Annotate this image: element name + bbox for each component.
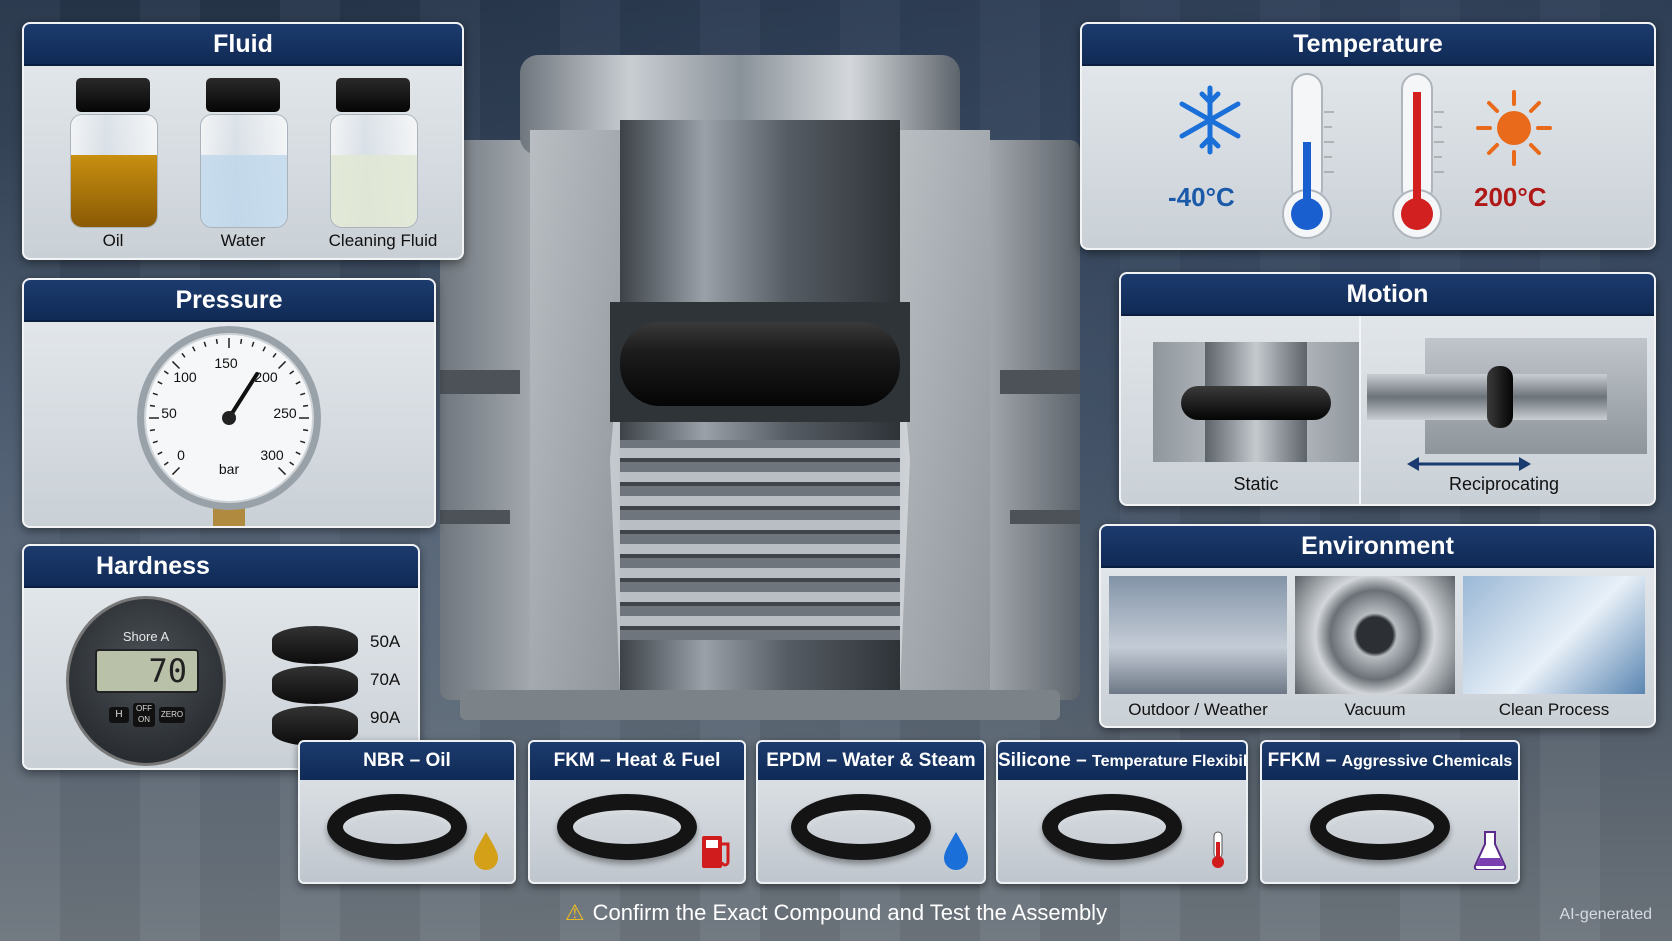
durometer: Shore A 70 H OFF ON ZERO: [66, 596, 226, 766]
compound-card-epdm: EPDM – Water & Steam: [756, 740, 986, 884]
water-drop-icon: [944, 832, 968, 870]
compound-title: NBR – Oil: [300, 742, 514, 780]
fluid-label-oil: Oil: [102, 231, 124, 250]
gauge-tick-300: 300: [260, 447, 284, 463]
compound-card-silicone: Silicone – Temperature Flexibility: [996, 740, 1248, 884]
gauge-tick-mark: [215, 338, 219, 345]
gauge-tick-100: 100: [173, 369, 197, 385]
sun-icon: [1476, 90, 1552, 166]
hardness-grade-70a: 70A: [370, 670, 401, 689]
gauge-tick-50: 50: [161, 405, 177, 421]
o-ring-image: [557, 794, 697, 860]
vacuum-chamber-photo: [1295, 576, 1455, 694]
gauge-unit: bar: [219, 461, 240, 477]
thermometer-icon: [1212, 831, 1224, 868]
reciprocating-illustration: [1367, 338, 1647, 454]
fuel-pump-icon: [702, 836, 730, 868]
gauge-tick-0: 0: [177, 447, 185, 463]
environment-label-outdoor: Outdoor / Weather: [1128, 700, 1268, 719]
pressure-title: Pressure: [24, 280, 434, 322]
o-ring-image: [1310, 794, 1450, 860]
o-ring-image: [791, 794, 931, 860]
temperature-low: -40°C: [1168, 182, 1235, 212]
motion-label-static: Static: [1233, 474, 1279, 494]
fluid-label-cleaning: Cleaning Fluid: [328, 231, 438, 250]
warning-icon: ⚠: [564, 900, 585, 925]
compound-title: FKM – Heat & Fuel: [530, 742, 744, 780]
durometer-button-h[interactable]: H: [109, 707, 129, 723]
pressure-panel: Pressure 0 50 100 150 200 250 300 bar: [22, 278, 436, 528]
temperature-panel: Temperature -40°C 200°C: [1080, 22, 1656, 250]
compound-title: FFKM – Aggressive Chemicals: [1262, 742, 1518, 780]
durometer-scale: Shore A: [122, 629, 170, 644]
static-illustration: [1153, 342, 1359, 462]
clean-process-photo: [1463, 576, 1645, 694]
environment-panel: Environment Outdoor / Weather Vacuum Cle…: [1099, 524, 1656, 728]
durometer-button-onoff[interactable]: OFF ON: [133, 703, 155, 727]
temperature-high: 200°C: [1474, 182, 1547, 212]
compound-title: EPDM – Water & Steam: [758, 742, 984, 780]
rubber-sample-stack: [272, 626, 358, 748]
gauge-tick-mark: [239, 338, 243, 345]
cleaning-fluid-bottle: [330, 78, 418, 228]
environment-label-vacuum: Vacuum: [1344, 700, 1406, 719]
flask-icon: [1473, 831, 1507, 870]
compound-card-ffkm: FFKM – Aggressive Chemicals: [1260, 740, 1520, 884]
footer-warning: ⚠ Confirm the Exact Compound and Test the…: [0, 900, 1672, 926]
snowflake-icon: [1179, 85, 1241, 155]
gauge-tick-mark: [302, 428, 309, 432]
gauge-tick-200: 200: [254, 369, 278, 385]
environment-label-clean: Clean Process: [1498, 700, 1610, 719]
compound-card-fkm: FKM – Heat & Fuel: [528, 740, 746, 884]
motion-panel: Motion Static Reciprocating: [1119, 272, 1656, 506]
environment-title: Environment: [1101, 526, 1654, 568]
fluid-panel: Fluid Oil Water Cleaning Fluid: [22, 22, 464, 260]
gauge-tick-250: 250: [273, 405, 297, 421]
durometer-button-zero[interactable]: ZERO: [159, 707, 185, 723]
compound-title: Silicone – Temperature Flexibility: [998, 742, 1246, 780]
o-ring-image: [1042, 794, 1182, 860]
motion-divider: [1359, 316, 1361, 504]
outdoor-weather-photo: [1109, 576, 1287, 694]
pressure-gauge: 0 50 100 150 200 250 300 bar: [137, 326, 321, 526]
fitting-cutaway-illustration: [440, 55, 1080, 720]
compound-card-nbr: NBR – Oil: [298, 740, 516, 884]
gauge-tick-mark: [149, 404, 156, 408]
gauge-tick-mark: [302, 404, 309, 408]
water-bottle: [200, 78, 288, 228]
oil-bottle: [70, 78, 158, 228]
oil-drop-icon: [474, 832, 498, 870]
cold-thermometer-icon: [1282, 73, 1334, 239]
durometer-reading: 70: [148, 652, 187, 690]
o-ring-image: [327, 794, 467, 860]
hardness-grade-90a: 90A: [370, 708, 401, 727]
hardness-title: Hardness: [24, 546, 418, 588]
hot-thermometer-icon: [1392, 73, 1444, 239]
hardness-panel: Hardness Shore A 70 H OFF ON ZERO 50A 70…: [22, 544, 420, 770]
fluid-title: Fluid: [24, 24, 462, 66]
gauge-tick-150: 150: [214, 355, 238, 371]
durometer-display: 70: [95, 649, 199, 693]
fluid-label-water: Water: [220, 231, 266, 250]
gauge-tick-mark: [149, 428, 156, 432]
ai-generated-credit: AI-generated: [1559, 906, 1652, 923]
footer-warning-text: Confirm the Exact Compound and Test the …: [592, 900, 1108, 925]
motion-title: Motion: [1121, 274, 1654, 316]
hardness-grade-50a: 50A: [370, 632, 401, 651]
reciprocating-arrow-icon: [1407, 457, 1531, 471]
motion-label-reciprocating: Reciprocating: [1448, 474, 1560, 494]
temperature-title: Temperature: [1082, 24, 1654, 66]
